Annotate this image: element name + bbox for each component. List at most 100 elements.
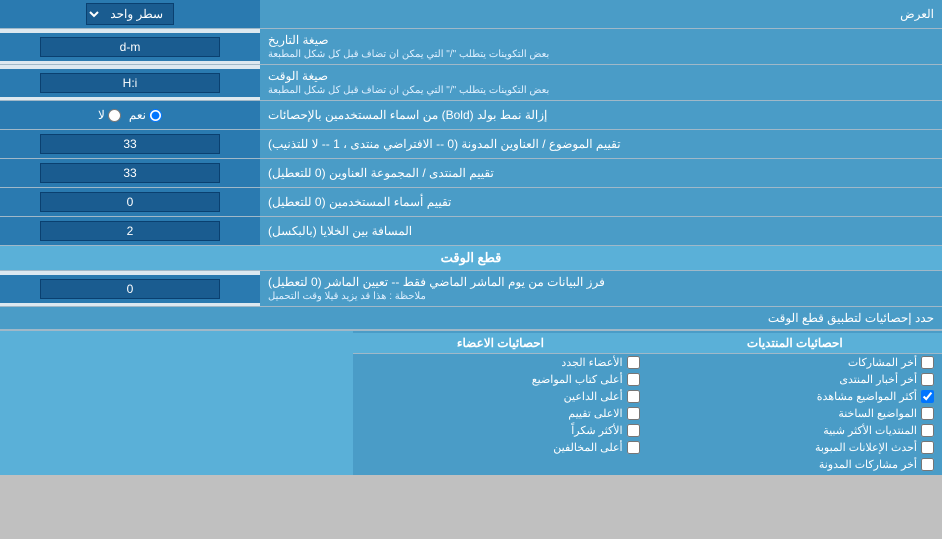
header-select-wrap: سطر واحد سطرين ثلاثة أسطر: [0, 0, 260, 28]
checkbox-label: أحدث الإعلانات المبوبة: [815, 441, 917, 454]
date-format-row: صيغة التاريخ بعض التكوينات يتطلب "/" الت…: [0, 29, 942, 65]
checkbox-item: الأكثر شكراً: [353, 422, 647, 439]
forum-sort-input[interactable]: 33: [40, 134, 220, 154]
checkbox-last-news[interactable]: [921, 373, 934, 386]
cut-input-wrap: 0: [0, 275, 260, 303]
checkbox-label: المنتديات الأكثر شبية: [823, 424, 917, 437]
bold-radio-yes[interactable]: [149, 109, 162, 122]
bold-remove-input-wrap: نعم لا: [0, 101, 260, 129]
date-format-input-wrap: d-m: [0, 33, 260, 61]
bold-radio-group: نعم لا: [98, 108, 162, 122]
user-sort-input[interactable]: 0: [40, 192, 220, 212]
forum-group-sort-input[interactable]: 33: [40, 163, 220, 183]
checkbox-blog-posts[interactable]: [921, 458, 934, 471]
checkbox-similar-forums[interactable]: [921, 424, 934, 437]
checkbox-label: أعلى المخالفين: [553, 441, 622, 454]
checkbox-item: أحدث الإعلانات المبوبة: [648, 439, 942, 456]
checkbox-label: أعلى كتاب المواضيع: [532, 373, 623, 386]
time-format-note: بعض التكوينات يتطلب "/" التي يمكن ان تضا…: [268, 85, 549, 96]
checkbox-col2-header: احصائيات الاعضاء: [353, 333, 647, 354]
cell-distance-row: المسافة بين الخلايا (بالبكسل) 2: [0, 217, 942, 246]
forum-group-sort-input-wrap: 33: [0, 159, 260, 187]
time-format-title: صيغة الوقت: [268, 69, 328, 83]
date-format-label-wrap: صيغة التاريخ بعض التكوينات يتطلب "/" الت…: [268, 33, 549, 60]
forum-group-sort-row: تقييم المنتدى / المجموعة العناوين (0 للت…: [0, 159, 942, 188]
cut-row: فرز البيانات من يوم الماشر الماضي فقط --…: [0, 271, 942, 307]
time-format-label-wrap: صيغة الوقت بعض التكوينات يتطلب "/" التي …: [268, 69, 549, 96]
checkbox-item: المنتديات الأكثر شبية: [648, 422, 942, 439]
checkbox-new-members[interactable]: [627, 356, 640, 369]
date-format-note: بعض التكوينات يتطلب "/" التي يمكن ان تضا…: [268, 49, 549, 60]
header-row: العرض سطر واحد سطرين ثلاثة أسطر: [0, 0, 942, 29]
checkbox-hot-topics[interactable]: [921, 407, 934, 420]
checkbox-item: الأعضاء الجدد: [353, 354, 647, 371]
forum-sort-input-wrap: 33: [0, 130, 260, 158]
checkbox-last-posts[interactable]: [921, 356, 934, 369]
checkbox-col-forums: احصائيات المنتديات أخر المشاركات أخر أخب…: [648, 331, 942, 475]
bold-no-text: لا: [98, 108, 105, 122]
cut-note-text: ملاحظة : هذا قد يزيد قيلا وقت التحميل: [268, 291, 426, 302]
checkbox-label: المواضيع الساخنة: [838, 407, 917, 420]
checkbox-col1-header: احصائيات المنتديات: [648, 333, 942, 354]
checkbox-most-thanks[interactable]: [627, 424, 640, 437]
time-format-row: صيغة الوقت بعض التكوينات يتطلب "/" التي …: [0, 65, 942, 101]
checkbox-label: الأكثر شكراً: [571, 424, 622, 437]
user-sort-label: تقييم أسماء المستخدمين (0 للتعطيل): [260, 188, 942, 216]
forum-sort-label: تقييم الموضوع / العناوين المدونة (0 -- ا…: [260, 130, 942, 158]
checkbox-label: أعلى الداعين: [564, 390, 623, 403]
user-sort-row: تقييم أسماء المستخدمين (0 للتعطيل) 0: [0, 188, 942, 217]
cell-distance-input-wrap: 2: [0, 217, 260, 245]
cut-section-header: قطع الوقت: [0, 246, 942, 271]
checkbox-col-members: احصائيات الاعضاء الأعضاء الجدد أعلى كتاب…: [353, 331, 647, 475]
limit-label: حدد إحصائيات لتطبيق قطع الوقت: [0, 307, 942, 329]
checkbox-item: الاعلى تقييم: [353, 405, 647, 422]
checkbox-item: أخر أخبار المنتدى: [648, 371, 942, 388]
forum-group-sort-label: تقييم المنتدى / المجموعة العناوين (0 للت…: [260, 159, 942, 187]
display-select[interactable]: سطر واحد سطرين ثلاثة أسطر: [86, 3, 174, 25]
checkbox-most-viewed[interactable]: [921, 390, 934, 403]
limit-row: حدد إحصائيات لتطبيق قطع الوقت: [0, 307, 942, 330]
cell-distance-input[interactable]: 2: [40, 221, 220, 241]
checkbox-label: أخر المشاركات: [848, 356, 917, 369]
bold-radio-no-label[interactable]: لا: [98, 108, 121, 122]
checkbox-label: الأعضاء الجدد: [561, 356, 622, 369]
forum-sort-row: تقييم الموضوع / العناوين المدونة (0 -- ا…: [0, 130, 942, 159]
cell-distance-label: المسافة بين الخلايا (بالبكسل): [260, 217, 942, 245]
time-format-input-wrap: H:i: [0, 69, 260, 97]
cut-row-label: فرز البيانات من يوم الماشر الماضي فقط --…: [260, 271, 942, 306]
checkbox-item: أكثر المواضيع مشاهدة: [648, 388, 942, 405]
checkbox-label: أكثر المواضيع مشاهدة: [817, 390, 917, 403]
checkbox-latest-ads[interactable]: [921, 441, 934, 454]
checkbox-item: أخر المشاركات: [648, 354, 942, 371]
checkbox-item: أعلى الداعين: [353, 388, 647, 405]
checkbox-top-rated[interactable]: [627, 407, 640, 420]
bold-radio-yes-label[interactable]: نعم: [129, 108, 162, 122]
bold-radio-no[interactable]: [108, 109, 121, 122]
checkbox-label: أخر أخبار المنتدى: [839, 373, 917, 386]
date-format-label: صيغة التاريخ بعض التكوينات يتطلب "/" الت…: [260, 29, 942, 64]
checkbox-item: أخر مشاركات المدونة: [648, 456, 942, 473]
cut-label-text: فرز البيانات من يوم الماشر الماضي فقط --…: [268, 275, 605, 289]
checkbox-item: أعلى المخالفين: [353, 439, 647, 456]
time-format-label: صيغة الوقت بعض التكوينات يتطلب "/" التي …: [260, 65, 942, 100]
main-container: العرض سطر واحد سطرين ثلاثة أسطر صيغة الت…: [0, 0, 942, 475]
bold-remove-label: إزالة نمط بولد (Bold) من اسماء المستخدمي…: [260, 101, 942, 129]
checkbox-col-right: [0, 331, 353, 475]
time-format-input[interactable]: H:i: [40, 73, 220, 93]
checkbox-item: أعلى كتاب المواضيع: [353, 371, 647, 388]
checkbox-label: أخر مشاركات المدونة: [819, 458, 917, 471]
checkbox-top-inviters[interactable]: [627, 390, 640, 403]
bold-yes-text: نعم: [129, 108, 146, 122]
checkbox-label: الاعلى تقييم: [568, 407, 622, 420]
checkbox-top-violators[interactable]: [627, 441, 640, 454]
checkbox-item: المواضيع الساخنة: [648, 405, 942, 422]
header-label: العرض: [260, 3, 942, 25]
user-sort-input-wrap: 0: [0, 188, 260, 216]
date-format-title: صيغة التاريخ: [268, 33, 329, 47]
date-format-input[interactable]: d-m: [40, 37, 220, 57]
cut-input[interactable]: 0: [40, 279, 220, 299]
checkbox-section: احصائيات المنتديات أخر المشاركات أخر أخب…: [0, 330, 942, 475]
bold-remove-row: إزالة نمط بولد (Bold) من اسماء المستخدمي…: [0, 101, 942, 130]
checkbox-top-writers[interactable]: [627, 373, 640, 386]
cut-label-wrap: فرز البيانات من يوم الماشر الماضي فقط --…: [268, 275, 605, 302]
